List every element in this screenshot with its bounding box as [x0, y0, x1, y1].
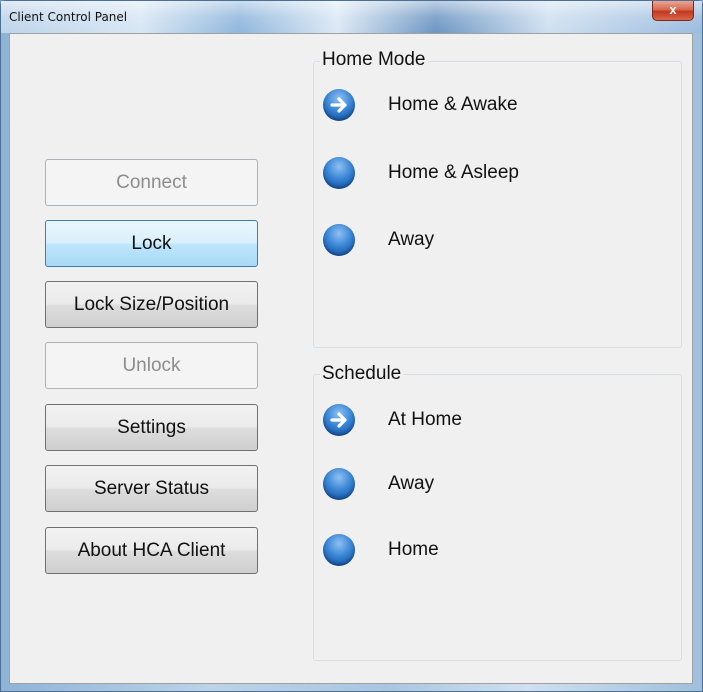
blue-orb-icon	[323, 157, 355, 189]
schedule-option-away[interactable]: Away	[323, 468, 434, 500]
unlock-button[interactable]: Unlock	[45, 342, 258, 389]
option-label: Home	[388, 539, 439, 560]
option-label: Home & Asleep	[388, 162, 519, 183]
lock-size-position-button[interactable]: Lock Size/Position	[45, 281, 258, 328]
arrow-right-icon	[323, 404, 355, 436]
home-mode-option-home-asleep[interactable]: Home & Asleep	[323, 157, 519, 189]
option-label: Away	[388, 229, 435, 250]
schedule-option-at-home[interactable]: At Home	[323, 404, 462, 436]
close-icon: x	[669, 2, 677, 17]
home-mode-option-home-awake[interactable]: Home & Awake	[323, 89, 518, 121]
option-label: At Home	[388, 409, 462, 430]
home-mode-option-away[interactable]: Away	[323, 224, 434, 256]
blue-orb-icon	[323, 468, 355, 500]
window-title: Client Control Panel	[9, 10, 128, 24]
connect-button[interactable]: Connect	[45, 159, 258, 206]
close-button[interactable]: x	[652, 1, 694, 21]
arrow-right-icon	[323, 89, 355, 121]
server-status-button[interactable]: Server Status	[45, 465, 258, 512]
option-label: Away	[388, 473, 435, 494]
schedule-label: Schedule	[320, 363, 404, 385]
home-mode-label: Home Mode	[320, 49, 428, 71]
schedule-option-home[interactable]: Home	[323, 534, 439, 566]
lock-button[interactable]: Lock	[45, 220, 258, 267]
blue-orb-icon	[323, 224, 355, 256]
client-control-panel-window: Client Control Panel x Connect Lock Lock…	[0, 0, 703, 692]
title-bar[interactable]: Client Control Panel x	[1, 1, 702, 33]
blue-orb-icon	[323, 534, 355, 566]
about-hca-client-button[interactable]: About HCA Client	[45, 527, 258, 574]
settings-button[interactable]: Settings	[45, 404, 258, 451]
client-area: Connect Lock Lock Size/Position Unlock S…	[9, 33, 693, 684]
option-label: Home & Awake	[388, 94, 518, 115]
